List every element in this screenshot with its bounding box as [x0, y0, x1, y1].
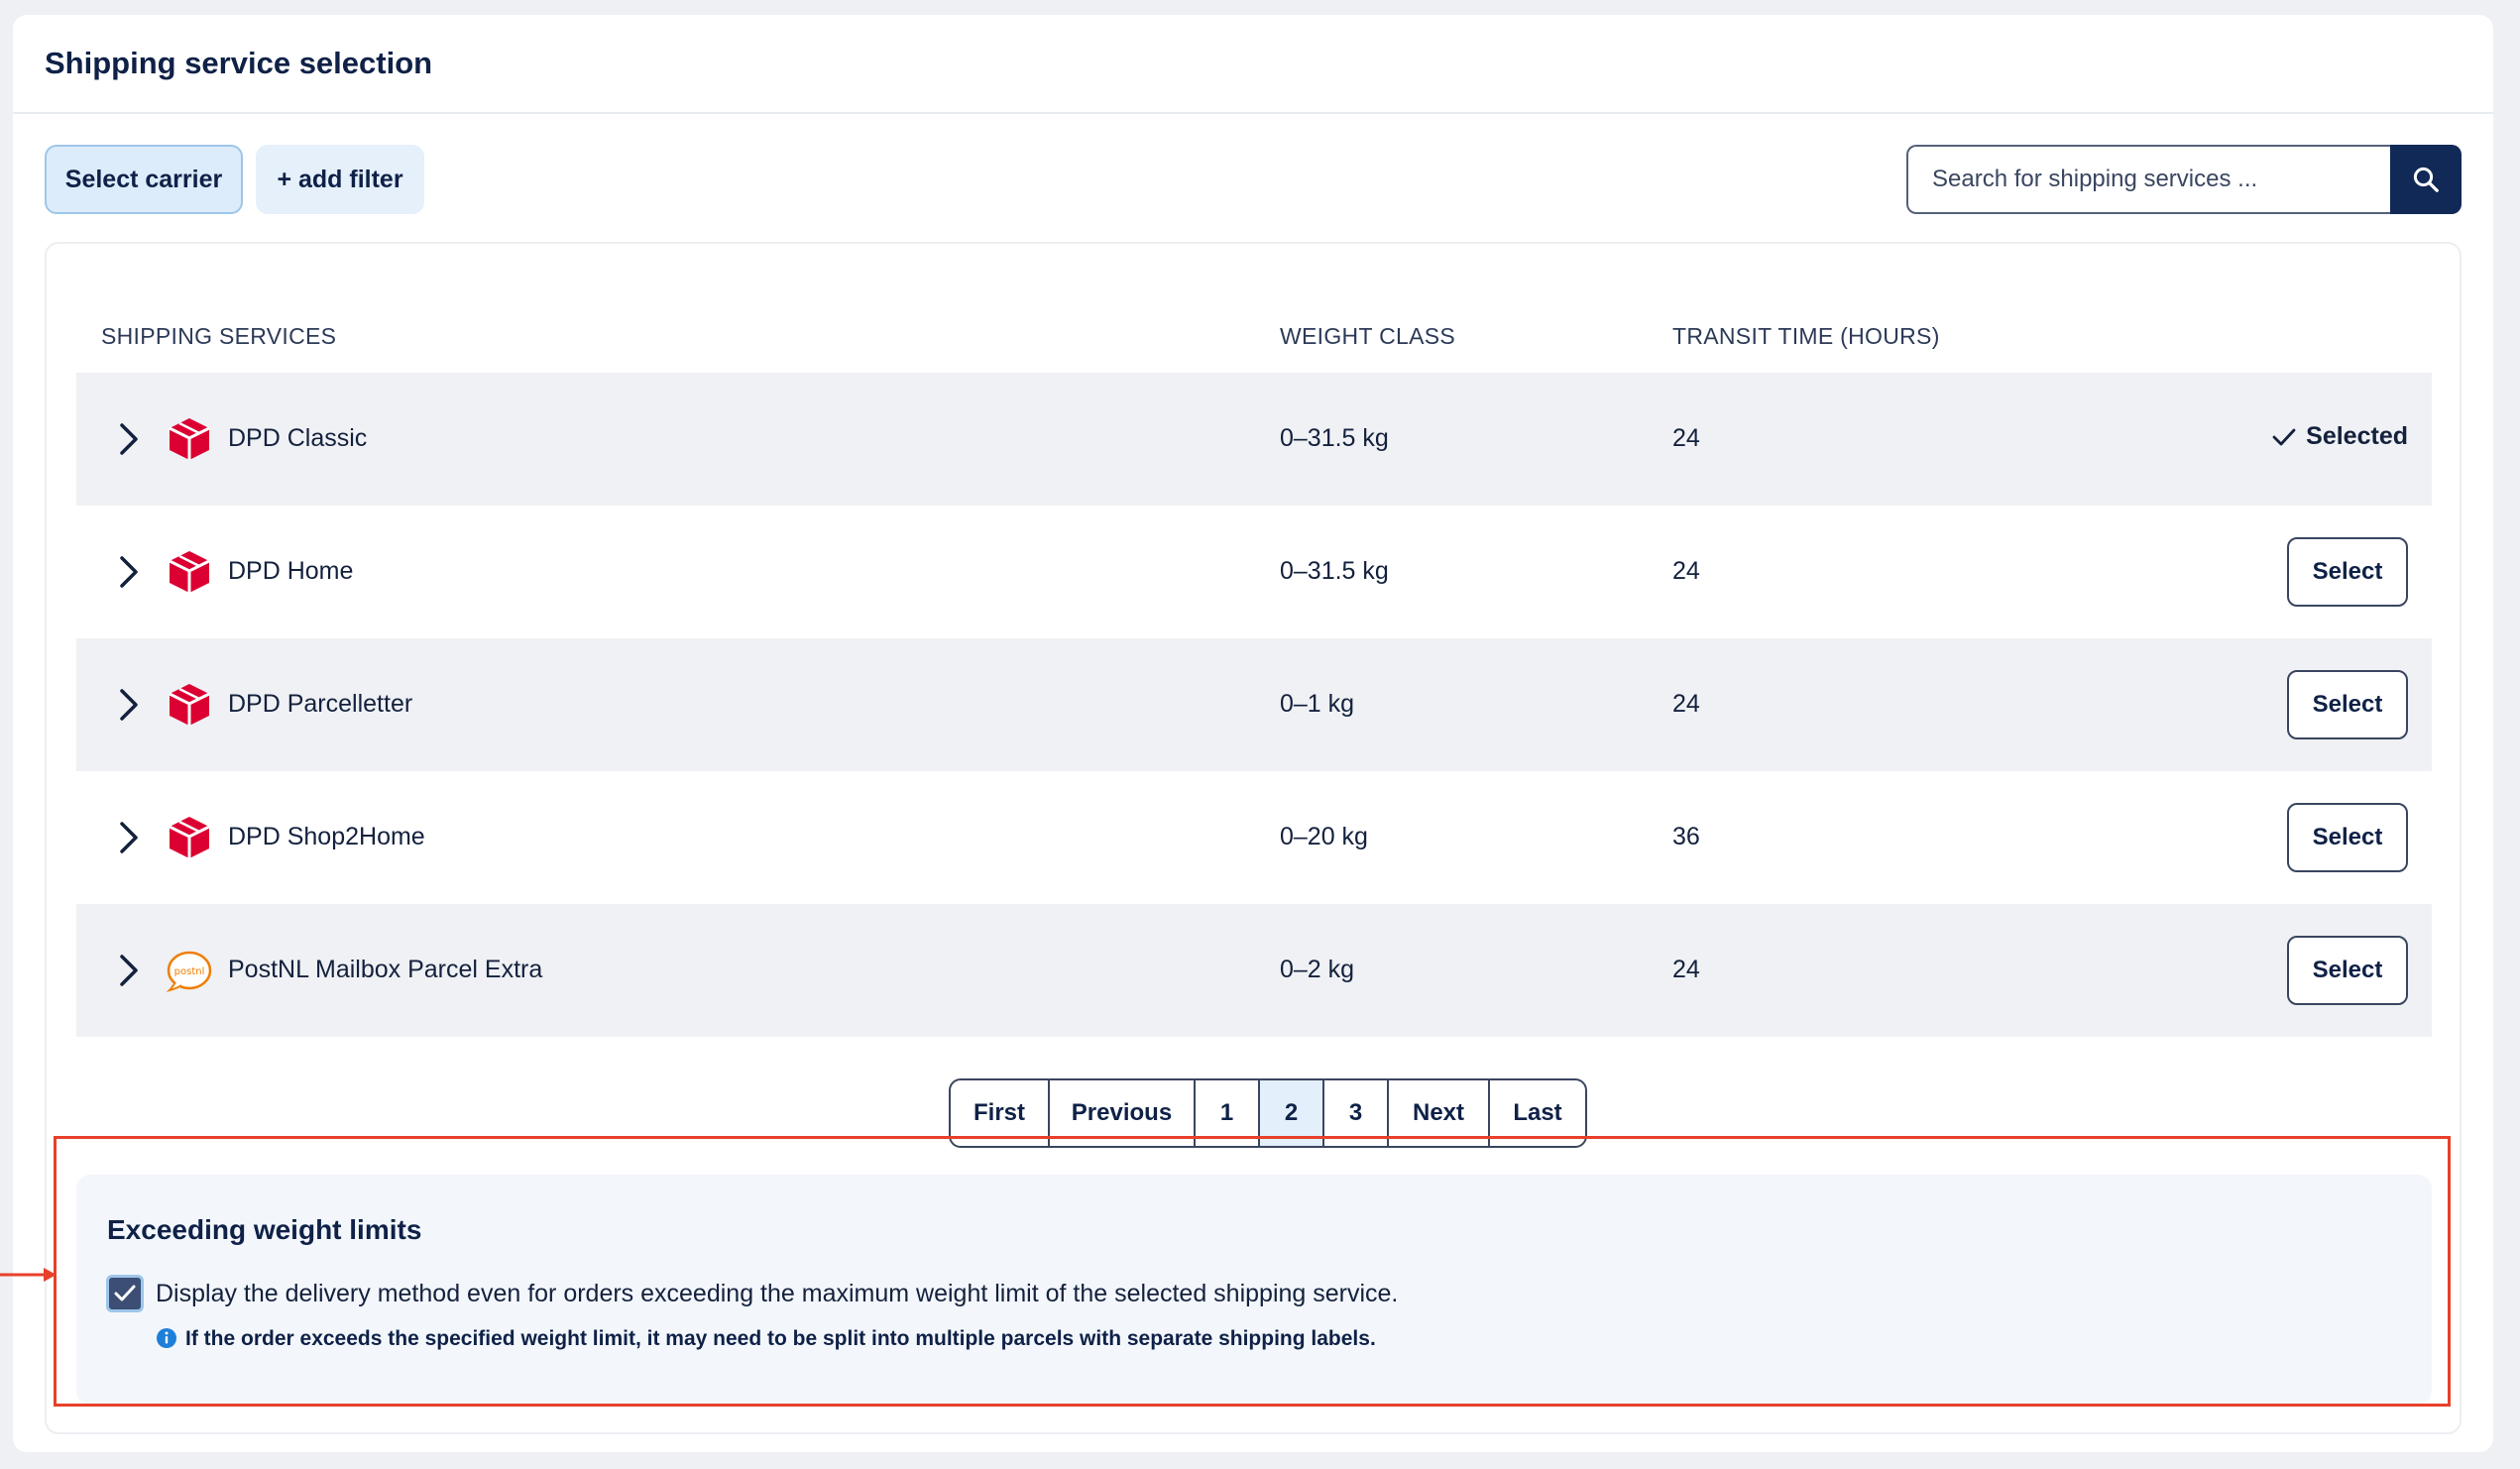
select-carrier-button[interactable]: Select carrier: [45, 145, 243, 214]
annotation-arrow-icon: [0, 1268, 57, 1282]
transit-time: 24: [1672, 424, 1700, 452]
column-header-services: SHIPPING SERVICES: [101, 323, 337, 349]
weight-class: 0–31.5 kg: [1280, 557, 1389, 585]
select-button[interactable]: Select: [2287, 936, 2408, 1005]
selected-label: Selected: [2306, 422, 2408, 450]
weight-class: 0–2 kg: [1280, 956, 1355, 983]
table-row: DPD Parcelletter 0–1 kg 24 Select: [76, 638, 2432, 771]
transit-time: 36: [1672, 823, 1700, 850]
page-title: Shipping service selection: [45, 46, 433, 80]
transit-time: 24: [1672, 956, 1700, 983]
table-header: SHIPPING SERVICES WEIGHT CLASS TRANSIT T…: [47, 244, 2460, 373]
selected-status: Selected: [2272, 422, 2408, 451]
search-button[interactable]: [2390, 145, 2462, 214]
svg-text:postnl: postnl: [174, 966, 205, 977]
select-button[interactable]: Select: [2287, 803, 2408, 872]
select-button[interactable]: Select: [2287, 670, 2408, 739]
search-bar: [1906, 145, 2462, 214]
weight-class: 0–1 kg: [1280, 690, 1355, 718]
dpd-logo-icon: [169, 418, 210, 460]
chevron-right-icon[interactable]: [118, 820, 140, 855]
chevron-right-icon[interactable]: [118, 554, 140, 590]
service-name: DPD Parcelletter: [228, 690, 413, 718]
chevron-right-icon[interactable]: [118, 953, 140, 988]
table-body: DPD Classic 0–31.5 kg 24 Selected DPD Ho…: [76, 373, 2432, 1037]
dpd-logo-icon: [169, 817, 210, 858]
select-button[interactable]: Select: [2287, 537, 2408, 607]
table-row: DPD Home 0–31.5 kg 24 Select: [76, 506, 2432, 638]
transit-time: 24: [1672, 557, 1700, 585]
add-filter-button[interactable]: + add filter: [256, 145, 424, 214]
service-name: DPD Shop2Home: [228, 823, 425, 850]
chevron-right-icon[interactable]: [118, 687, 140, 723]
postnl-logo-icon: postnl: [166, 951, 212, 992]
table-row: postnl PostNL Mailbox Parcel Extra 0–2 k…: [76, 904, 2432, 1037]
annotation-highlight-box: [54, 1136, 2451, 1407]
search-icon: [2413, 167, 2439, 192]
column-header-transit: TRANSIT TIME (HOURS): [1672, 323, 1940, 349]
weight-class: 0–31.5 kg: [1280, 424, 1389, 452]
column-header-weight: WEIGHT CLASS: [1280, 323, 1455, 349]
service-name: DPD Home: [228, 557, 354, 585]
search-input[interactable]: [1906, 145, 2390, 214]
service-name: PostNL Mailbox Parcel Extra: [228, 956, 543, 983]
dpd-logo-icon: [169, 684, 210, 726]
toolbar: Select carrier + add filter: [45, 145, 2462, 214]
card-header: Shipping service selection: [13, 15, 2493, 114]
checkmark-icon: [2272, 428, 2296, 445]
table-row: DPD Shop2Home 0–20 kg 36 Select: [76, 771, 2432, 904]
table-row: DPD Classic 0–31.5 kg 24 Selected: [76, 373, 2432, 506]
transit-time: 24: [1672, 690, 1700, 718]
service-name: DPD Classic: [228, 424, 368, 452]
chevron-right-icon[interactable]: [118, 421, 140, 457]
weight-class: 0–20 kg: [1280, 823, 1368, 850]
dpd-logo-icon: [169, 551, 210, 593]
